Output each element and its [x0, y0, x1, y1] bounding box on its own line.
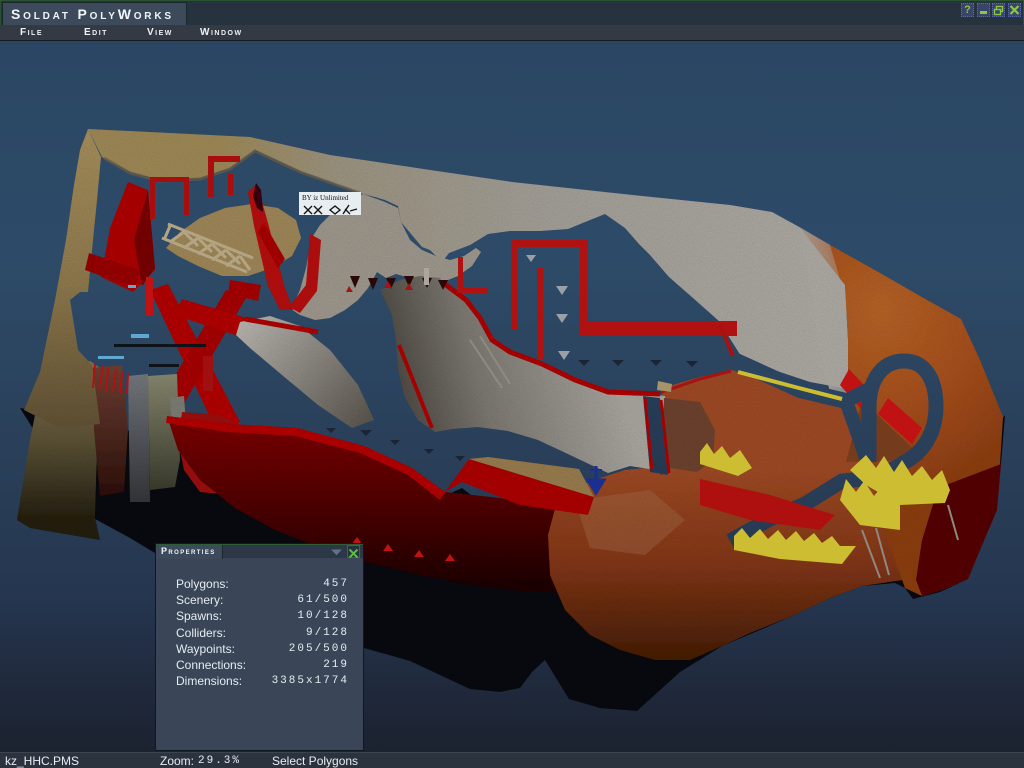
svg-text:BY iz Unlimited: BY iz Unlimited [302, 194, 349, 202]
